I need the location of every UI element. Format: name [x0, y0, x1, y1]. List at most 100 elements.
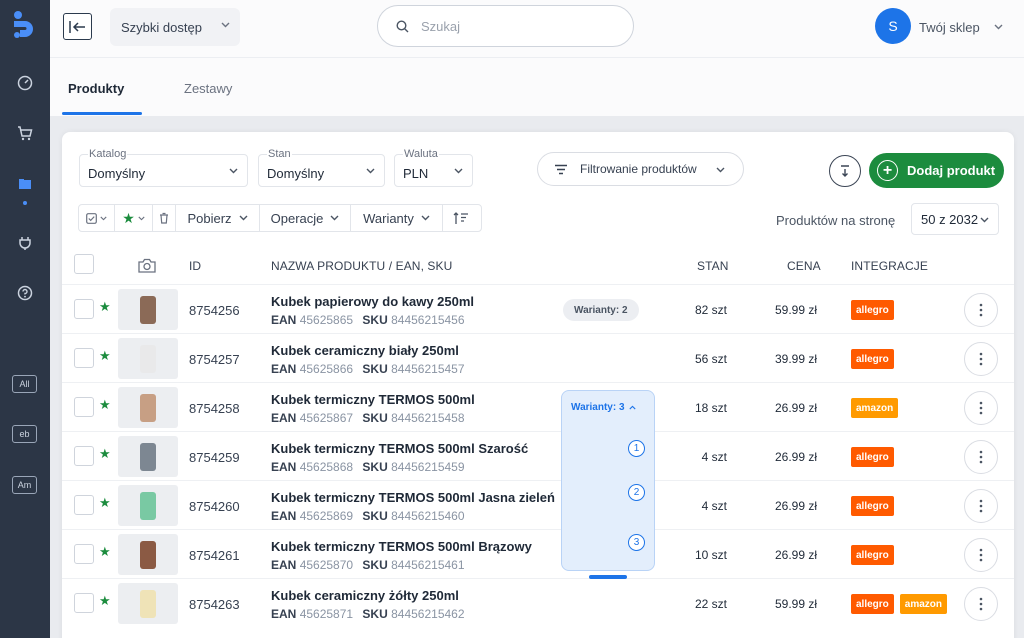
variant-number[interactable]: 2 — [628, 484, 645, 501]
column-header-integrations[interactable]: INTEGRACJE — [851, 259, 928, 273]
per-page-select[interactable]: 50 z 2032 — [911, 203, 999, 235]
tab-products[interactable]: Produkty — [68, 81, 124, 96]
add-product-label: Dodaj produkt — [907, 163, 996, 178]
sidebar-item-dashboard[interactable] — [0, 69, 50, 97]
search-box[interactable] — [377, 5, 634, 47]
product-name[interactable]: Kubek ceramiczny żółty 250ml — [271, 588, 459, 603]
table-row[interactable]: ★ 8754259 Kubek termiczny TERMOS 500ml Sza… — [62, 431, 1014, 480]
product-thumbnail[interactable] — [118, 583, 178, 624]
sidebar-item-orders[interactable] — [0, 119, 50, 147]
delete-button[interactable] — [153, 205, 176, 231]
select-all-dropdown[interactable] — [79, 205, 115, 231]
variant-number[interactable]: 3 — [628, 534, 645, 551]
download-icon — [841, 165, 849, 177]
row-checkbox[interactable] — [74, 397, 94, 417]
table-row[interactable]: ★ 8754256 Kubek papierowy do kawy 250ml EAN… — [62, 284, 1014, 333]
product-thumbnail[interactable] — [118, 338, 178, 379]
star-icon[interactable]: ★ — [99, 397, 111, 413]
add-product-button[interactable]: + Dodaj produkt — [869, 153, 1004, 188]
sidebar-tag-ebay[interactable]: eb — [12, 425, 37, 443]
product-thumbnail[interactable] — [118, 534, 178, 575]
sku-value: 84456215462 — [391, 607, 465, 621]
row-menu-button[interactable] — [964, 538, 998, 572]
variants-popover-handle[interactable] — [589, 575, 627, 579]
currency-select[interactable]: Waluta PLN — [394, 148, 473, 187]
product-id: 8754261 — [189, 548, 240, 563]
row-menu-button[interactable] — [964, 489, 998, 523]
star-icon[interactable]: ★ — [99, 544, 111, 560]
star-icon[interactable]: ★ — [99, 299, 111, 315]
product-name[interactable]: Kubek papierowy do kawy 250ml — [271, 294, 474, 309]
row-checkbox[interactable] — [74, 495, 94, 515]
sidebar-item-help[interactable] — [0, 279, 50, 307]
variants-chip[interactable]: Warianty: 2 — [563, 299, 639, 321]
product-name[interactable]: Kubek termiczny TERMOS 500ml Szarość — [271, 441, 528, 456]
product-thumbnail[interactable] — [118, 436, 178, 477]
row-menu-button[interactable] — [964, 293, 998, 327]
sort-button[interactable] — [443, 205, 479, 231]
chevron-down-icon[interactable] — [994, 24, 1003, 30]
sidebar-item-products[interactable] — [0, 170, 50, 198]
export-button[interactable] — [829, 155, 861, 187]
tab-bundles[interactable]: Zestawy — [184, 81, 232, 96]
product-thumbnail[interactable] — [118, 289, 178, 330]
avatar[interactable]: S — [875, 8, 911, 44]
allegro-badge: allegro — [851, 594, 894, 614]
column-header-name[interactable]: NAZWA PRODUKTU / EAN, SKU — [271, 259, 452, 273]
chevron-down-icon — [221, 22, 230, 28]
star-icon[interactable]: ★ — [99, 348, 111, 364]
sidebar-item-integrations[interactable] — [0, 229, 50, 257]
dashboard-gauge-icon — [17, 75, 33, 91]
quick-access-label: Szybki dostęp — [121, 19, 202, 35]
row-menu-button[interactable] — [964, 342, 998, 376]
column-header-id[interactable]: ID — [189, 259, 201, 273]
star-icon[interactable]: ★ — [99, 495, 111, 511]
operations-dropdown[interactable]: Operacje — [260, 205, 351, 231]
catalog-select[interactable]: Katalog Domyślny — [79, 148, 248, 187]
stock-select[interactable]: Stan Domyślny — [258, 148, 385, 187]
select-all-checkbox[interactable] — [74, 254, 94, 274]
table-row[interactable]: ★ 8754257 Kubek ceramiczny biały 250ml EAN … — [62, 333, 1014, 382]
row-checkbox[interactable] — [74, 446, 94, 466]
sidebar-tag-amazon[interactable]: Am — [12, 476, 37, 494]
table-row[interactable]: ★ 8754258 Kubek termiczny TERMOS 500ml EAN … — [62, 382, 1014, 431]
more-vertical-icon — [979, 303, 983, 317]
row-checkbox[interactable] — [74, 348, 94, 368]
quick-access-dropdown[interactable]: Szybki dostęp — [110, 8, 240, 46]
row-checkbox[interactable] — [74, 544, 94, 564]
variants-dropdown[interactable]: Warianty — [351, 205, 443, 231]
variant-number[interactable]: 1 — [628, 440, 645, 457]
row-menu-button[interactable] — [964, 391, 998, 425]
product-filter-button[interactable]: Filtrowanie produktów — [537, 152, 744, 186]
table-row[interactable]: ★ 8754261 Kubek termiczny TERMOS 500ml Brą… — [62, 529, 1014, 578]
star-icon[interactable]: ★ — [99, 593, 111, 609]
collapse-sidebar-button[interactable] — [63, 13, 92, 40]
app-logo-icon[interactable] — [10, 9, 40, 41]
product-name[interactable]: Kubek ceramiczny biały 250ml — [271, 343, 459, 358]
product-thumbnail[interactable] — [118, 387, 178, 428]
product-name[interactable]: Kubek termiczny TERMOS 500ml Brązowy — [271, 539, 532, 554]
search-input[interactable] — [421, 18, 601, 34]
column-header-price[interactable]: CENA — [787, 259, 821, 273]
favorite-dropdown[interactable]: ★ — [115, 205, 153, 231]
star-icon[interactable]: ★ — [99, 446, 111, 462]
variants-popover-toggle[interactable]: Warianty: 3 — [571, 402, 636, 413]
arrow-left-icon — [68, 20, 85, 33]
row-menu-button[interactable] — [964, 587, 998, 621]
chevron-down-icon — [138, 216, 145, 220]
product-stock: 4 szt — [701, 499, 727, 513]
product-name[interactable]: Kubek termiczny TERMOS 500ml — [271, 392, 475, 407]
product-thumbnail[interactable] — [118, 485, 178, 526]
sidebar-tag-all[interactable]: All — [12, 375, 37, 393]
column-header-stock[interactable]: STAN — [697, 259, 729, 273]
download-dropdown[interactable]: Pobierz — [176, 205, 260, 231]
shop-name[interactable]: Twój sklep — [919, 20, 980, 35]
product-name[interactable]: Kubek termiczny TERMOS 500ml Jasna ziele… — [271, 490, 555, 505]
row-checkbox[interactable] — [74, 299, 94, 319]
product-id: 8754259 — [189, 450, 240, 465]
row-checkbox[interactable] — [74, 593, 94, 613]
row-menu-button[interactable] — [964, 440, 998, 474]
table-row[interactable]: ★ 8754263 Kubek ceramiczny żółty 250ml EAN … — [62, 578, 1014, 627]
checkbox-icon — [86, 212, 97, 224]
table-row[interactable]: ★ 8754260 Kubek termiczny TERMOS 500ml Jas… — [62, 480, 1014, 529]
